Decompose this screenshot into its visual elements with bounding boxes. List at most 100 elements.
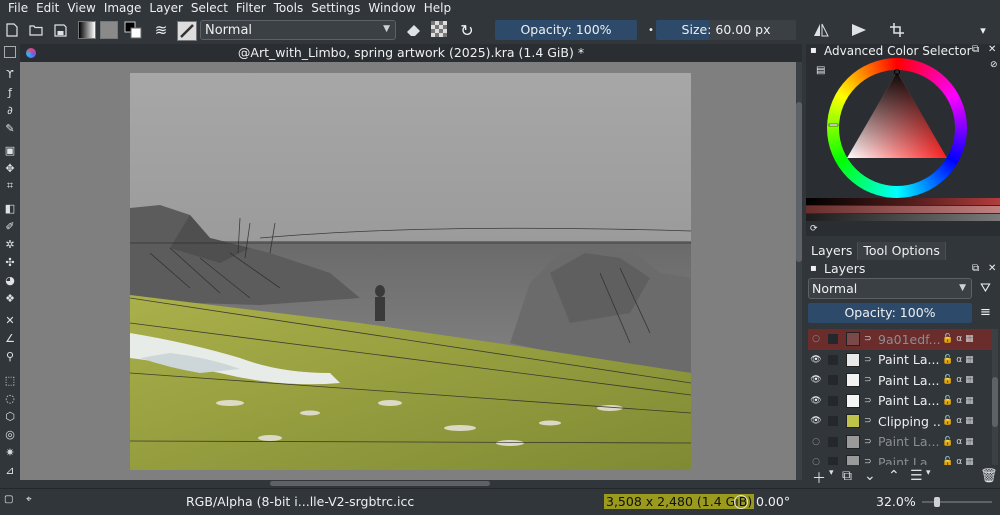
pencil-icon[interactable]: ✎ — [2, 120, 18, 136]
freehand-path-icon[interactable]: ∂ — [2, 102, 18, 118]
layer-properties-icon[interactable]: 🔓α▦ — [942, 457, 977, 465]
chevron-down-icon[interactable]: ▾ — [974, 21, 992, 39]
menu-window[interactable]: Window — [364, 0, 419, 16]
text-tool-icon[interactable]: ϒ — [2, 66, 18, 82]
smart-patch-icon[interactable]: ✲ — [2, 236, 18, 252]
magic-wand-icon[interactable]: ✷ — [2, 444, 18, 460]
filter-icon[interactable]: ⛛ — [980, 281, 991, 296]
multibrush-icon[interactable]: ✣ — [2, 254, 18, 270]
layer-checkbox[interactable] — [828, 436, 838, 447]
tab-tool-options[interactable]: Tool Options — [858, 242, 946, 260]
chevron-down-icon[interactable]: ▾ — [829, 468, 834, 478]
layer-opacity-slider[interactable]: Opacity: 100% — [808, 303, 972, 323]
settings-icon[interactable]: ⊘ — [990, 60, 998, 70]
layer-checkbox[interactable] — [828, 375, 838, 386]
pin-icon[interactable]: ⌖ — [26, 494, 32, 505]
color-profile-label[interactable]: RGB/Alpha (8-bit i...lle-V2-srgbtrc.icc — [186, 494, 414, 509]
menu-edit[interactable]: Edit — [32, 0, 63, 16]
layer-name[interactable]: 9a01edf... — [878, 332, 942, 347]
menu-file[interactable]: File — [4, 0, 32, 16]
hidden-eye-icon[interactable]: ○ — [808, 334, 824, 344]
mirror-vertical-icon[interactable] — [850, 21, 868, 39]
menu-layer[interactable]: Layer — [145, 0, 186, 16]
assistant-icon[interactable]: ✕ — [2, 312, 18, 328]
move-icon[interactable]: ✥ — [2, 160, 18, 176]
layer-row[interactable]: ○ ⊃ 9a01edf... 🔓α▦ — [808, 329, 992, 350]
new-document-icon[interactable] — [3, 21, 21, 39]
reload-icon[interactable]: ↻ — [458, 21, 476, 40]
swap-colors-icon[interactable] — [124, 21, 142, 39]
zoom-slider-handle[interactable] — [934, 497, 940, 507]
float-docker-icon[interactable]: ⧉ — [972, 44, 979, 55]
color-picker-icon[interactable]: ✐ — [2, 218, 18, 234]
shade-strip[interactable] — [806, 198, 1000, 205]
reference-icon[interactable]: ⚲ — [2, 348, 18, 364]
layer-checkbox[interactable] — [828, 354, 838, 365]
tab-layers[interactable]: Layers — [806, 242, 859, 260]
rotation-icon[interactable] — [734, 495, 748, 509]
layer-name[interactable]: Paint La... — [878, 352, 942, 367]
chevron-down-icon[interactable]: ▾ — [926, 468, 931, 478]
layer-name[interactable]: Paint La... — [878, 434, 942, 449]
crop-icon[interactable]: ▣ — [2, 142, 18, 158]
mirror-horizontal-icon[interactable] — [812, 21, 830, 39]
delete-layer-icon[interactable]: 🗑 — [980, 468, 998, 484]
pattern-icon[interactable] — [100, 21, 118, 39]
brush-preset-icon[interactable] — [177, 21, 197, 41]
alpha-lock-icon[interactable] — [431, 21, 447, 37]
visibility-eye-icon[interactable]: 👁 — [808, 355, 824, 365]
move-layer-down-icon[interactable]: ⌄ — [864, 468, 876, 484]
polygon-select-icon[interactable]: ⬡ — [2, 408, 18, 424]
size-slider[interactable]: Size: 60.00 px — [656, 20, 796, 40]
layer-list-scrollbar[interactable] — [992, 329, 998, 465]
layer-properties-icon[interactable]: ☰ — [910, 468, 923, 484]
opacity-slider[interactable]: Opacity: 100% — [495, 20, 637, 40]
float-docker-icon[interactable]: ⧉ — [972, 261, 979, 277]
rectangle-select-icon[interactable]: ⬚ — [2, 372, 18, 388]
scrollbar-thumb[interactable] — [270, 481, 490, 486]
document-tab[interactable]: @Art_with_Limbo, spring artwork (2025).k… — [20, 44, 802, 62]
docker-grip-icon[interactable]: ▪ — [810, 261, 817, 277]
layer-properties-icon[interactable]: 🔓α▦ — [942, 375, 977, 385]
wrap-around-icon[interactable] — [888, 21, 906, 39]
open-document-icon[interactable] — [27, 21, 45, 39]
color-settings-icon[interactable]: ▤ — [816, 65, 825, 76]
layer-name[interactable]: Paint La... — [878, 455, 942, 465]
menu-tools[interactable]: Tools — [270, 0, 308, 16]
zoom-slider[interactable] — [922, 501, 992, 503]
close-icon[interactable]: ✕ — [988, 261, 996, 277]
gradient-tool-icon[interactable]: ◧ — [2, 200, 18, 216]
ellipse-select-icon[interactable]: ◌ — [2, 390, 18, 406]
scrollbar-thumb[interactable] — [796, 102, 802, 262]
layer-properties-icon[interactable]: 🔓α▦ — [942, 437, 977, 447]
layer-row[interactable]: ○ ⊃ Paint La... 🔓α▦ — [808, 432, 992, 453]
layer-row[interactable]: 👁 ⊃ Paint La... 🔓α▦ — [808, 350, 992, 371]
menu-help[interactable]: Help — [420, 0, 455, 16]
menu-view[interactable]: View — [63, 0, 99, 16]
visibility-eye-icon[interactable]: 👁 — [808, 416, 824, 426]
layer-row[interactable]: 👁 ⊃ Clipping ... 🔓α▦ — [808, 411, 992, 432]
measure-icon[interactable]: ∠ — [2, 330, 18, 346]
reset-icon[interactable]: ⟳ — [810, 224, 818, 234]
selection-display-icon[interactable]: ▢ — [4, 494, 13, 505]
shade-strip[interactable] — [806, 214, 1000, 221]
layer-name[interactable]: Clipping ... — [878, 414, 942, 429]
canvas-horizontal-scrollbar[interactable] — [20, 480, 802, 488]
eraser-icon[interactable] — [404, 21, 422, 39]
layer-checkbox[interactable] — [828, 395, 838, 406]
fill-icon[interactable]: ◕ — [2, 272, 18, 288]
move-layer-up-icon[interactable]: ⌃ — [888, 468, 900, 484]
menu-image[interactable]: Image — [100, 0, 146, 16]
hue-ring[interactable] — [827, 58, 967, 198]
layer-row[interactable]: 👁 ⊃ Paint La... 🔓α▦ — [808, 370, 992, 391]
menu-select[interactable]: Select — [187, 0, 232, 16]
bezier-select-icon[interactable]: ⊿ — [2, 462, 18, 478]
close-icon[interactable]: ✕ — [988, 44, 996, 55]
freehand-select-icon[interactable]: ◎ — [2, 426, 18, 442]
scrollbar-thumb[interactable] — [992, 377, 998, 427]
layer-blend-mode-select[interactable]: Normal ▼ — [808, 278, 972, 299]
rotation-value[interactable]: 0.00° — [756, 494, 790, 509]
layer-properties-icon[interactable]: 🔓α▦ — [942, 355, 977, 365]
select-shapes-icon[interactable] — [4, 46, 16, 58]
layer-name[interactable]: Paint La... — [878, 393, 942, 408]
